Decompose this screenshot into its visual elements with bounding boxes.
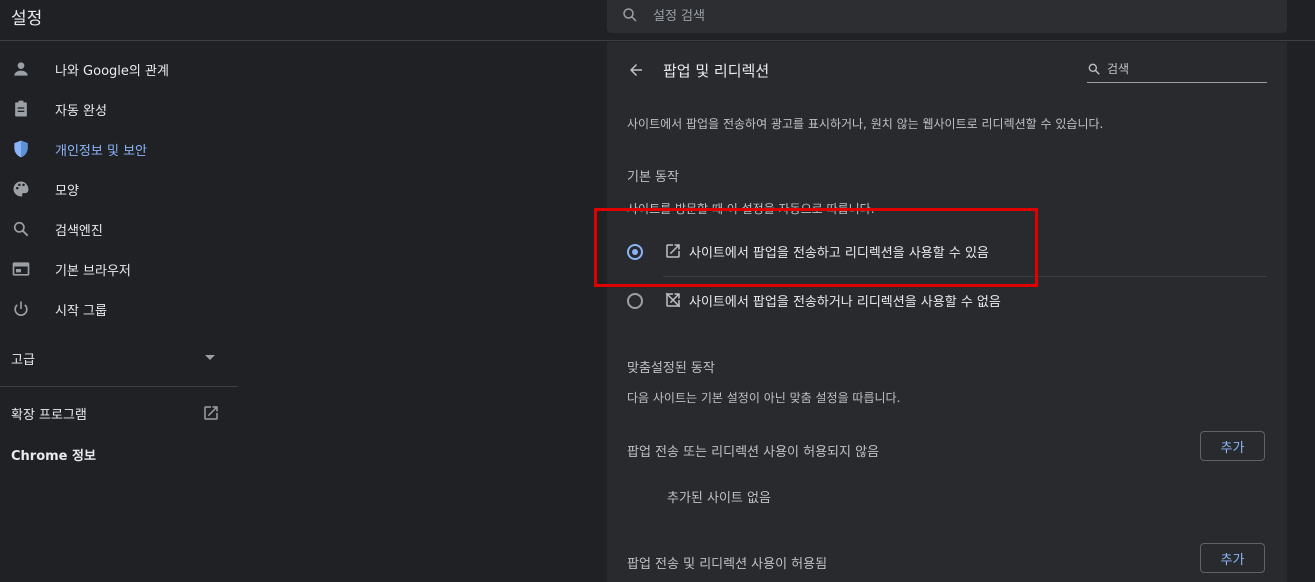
search-icon: [1088, 63, 1100, 75]
blocked-list-label: 팝업 전송 또는 리디렉션 사용이 허용되지 않음: [627, 445, 880, 460]
settings-search-placeholder: 설정 검색: [653, 9, 705, 24]
highlight-annotation-box: [594, 208, 1038, 287]
page-title: 팝업 및 리디렉션: [663, 62, 770, 80]
add-allowed-site-button[interactable]: 추가: [1200, 543, 1265, 573]
custom-behavior-title: 맞춤설정된 동작: [627, 361, 715, 376]
palette-icon: [13, 181, 29, 197]
sidebar-item-privacy[interactable]: 개인정보 및 보안: [0, 129, 238, 169]
sidebar-item-label: 나와 Google의 관계: [55, 64, 169, 79]
add-blocked-site-button[interactable]: 추가: [1200, 431, 1265, 461]
sidebar-item-search-engine[interactable]: 검색엔진: [0, 209, 238, 249]
sidebar-item-on-startup[interactable]: 시작 그룹: [0, 289, 238, 329]
sidebar-item-label: 기본 브라우저: [55, 264, 131, 279]
sidebar-item-label: 모양: [55, 184, 79, 199]
allowed-list-label: 팝업 전송 및 리디렉션 사용이 허용됨: [627, 557, 828, 572]
extensions-label: 확장 프로그램: [11, 408, 87, 423]
browser-icon: [12, 262, 30, 276]
card-search-placeholder: 검색: [1107, 62, 1130, 76]
sidebar-item-you-and-google[interactable]: 나와 Google의 관계: [0, 49, 238, 89]
power-icon: [14, 301, 28, 316]
sidebar-item-label: 자동 완성: [55, 104, 107, 119]
sidebar-divider: [0, 386, 238, 387]
settings-search-bar[interactable]: 설정 검색: [607, 0, 1287, 33]
sidebar-advanced-toggle[interactable]: 고급: [0, 344, 238, 374]
empty-list-text: 추가된 사이트 없음: [667, 491, 771, 506]
search-icon: [13, 221, 29, 237]
sidebar-item-label: 검색엔진: [55, 224, 103, 239]
open-in-new-icon: [204, 406, 218, 420]
clipboard-icon: [15, 100, 27, 117]
custom-behavior-subtitle: 다음 사이트는 기본 설정이 아닌 맞춤 설정을 따릅니다.: [627, 391, 901, 405]
option-block-popups[interactable]: 사이트에서 팝업을 전송하거나 리디렉션을 사용할 수 없음: [607, 281, 1287, 321]
top-bar: 설정 설정 검색: [0, 0, 1315, 41]
sidebar-item-label: 개인정보 및 보안: [55, 144, 147, 159]
app-title: 설정: [11, 9, 43, 29]
card-search-input[interactable]: 검색: [1087, 58, 1267, 83]
radio-block[interactable]: [627, 293, 643, 309]
advanced-label: 고급: [11, 353, 35, 368]
sidebar-item-about-chrome[interactable]: Chrome 정보: [11, 445, 96, 464]
sidebar-item-appearance[interactable]: 모양: [0, 169, 238, 209]
sidebar-item-autofill[interactable]: 자동 완성: [0, 89, 238, 129]
sidebar-item-default-browser[interactable]: 기본 브라우저: [0, 249, 238, 289]
person-icon: [14, 62, 28, 76]
back-arrow-icon[interactable]: [627, 61, 645, 79]
caret-down-icon: [205, 355, 215, 360]
page-description: 사이트에서 팝업을 전송하여 광고를 표시하거나, 원치 않는 웹사이트로 리디…: [627, 117, 1104, 131]
sidebar-item-extensions[interactable]: 확장 프로그램: [0, 400, 238, 430]
sidebar-item-label: 시작 그룹: [55, 304, 107, 319]
search-icon: [623, 8, 637, 22]
default-behavior-title: 기본 동작: [627, 170, 679, 185]
shield-icon: [14, 140, 28, 158]
popups-settings-card: 팝업 및 리디렉션 검색 사이트에서 팝업을 전송하여 광고를 표시하거나, 원…: [607, 42, 1287, 582]
option-label: 사이트에서 팝업을 전송하거나 리디렉션을 사용할 수 없음: [689, 295, 1001, 310]
open-in-new-off-icon: [665, 292, 681, 308]
